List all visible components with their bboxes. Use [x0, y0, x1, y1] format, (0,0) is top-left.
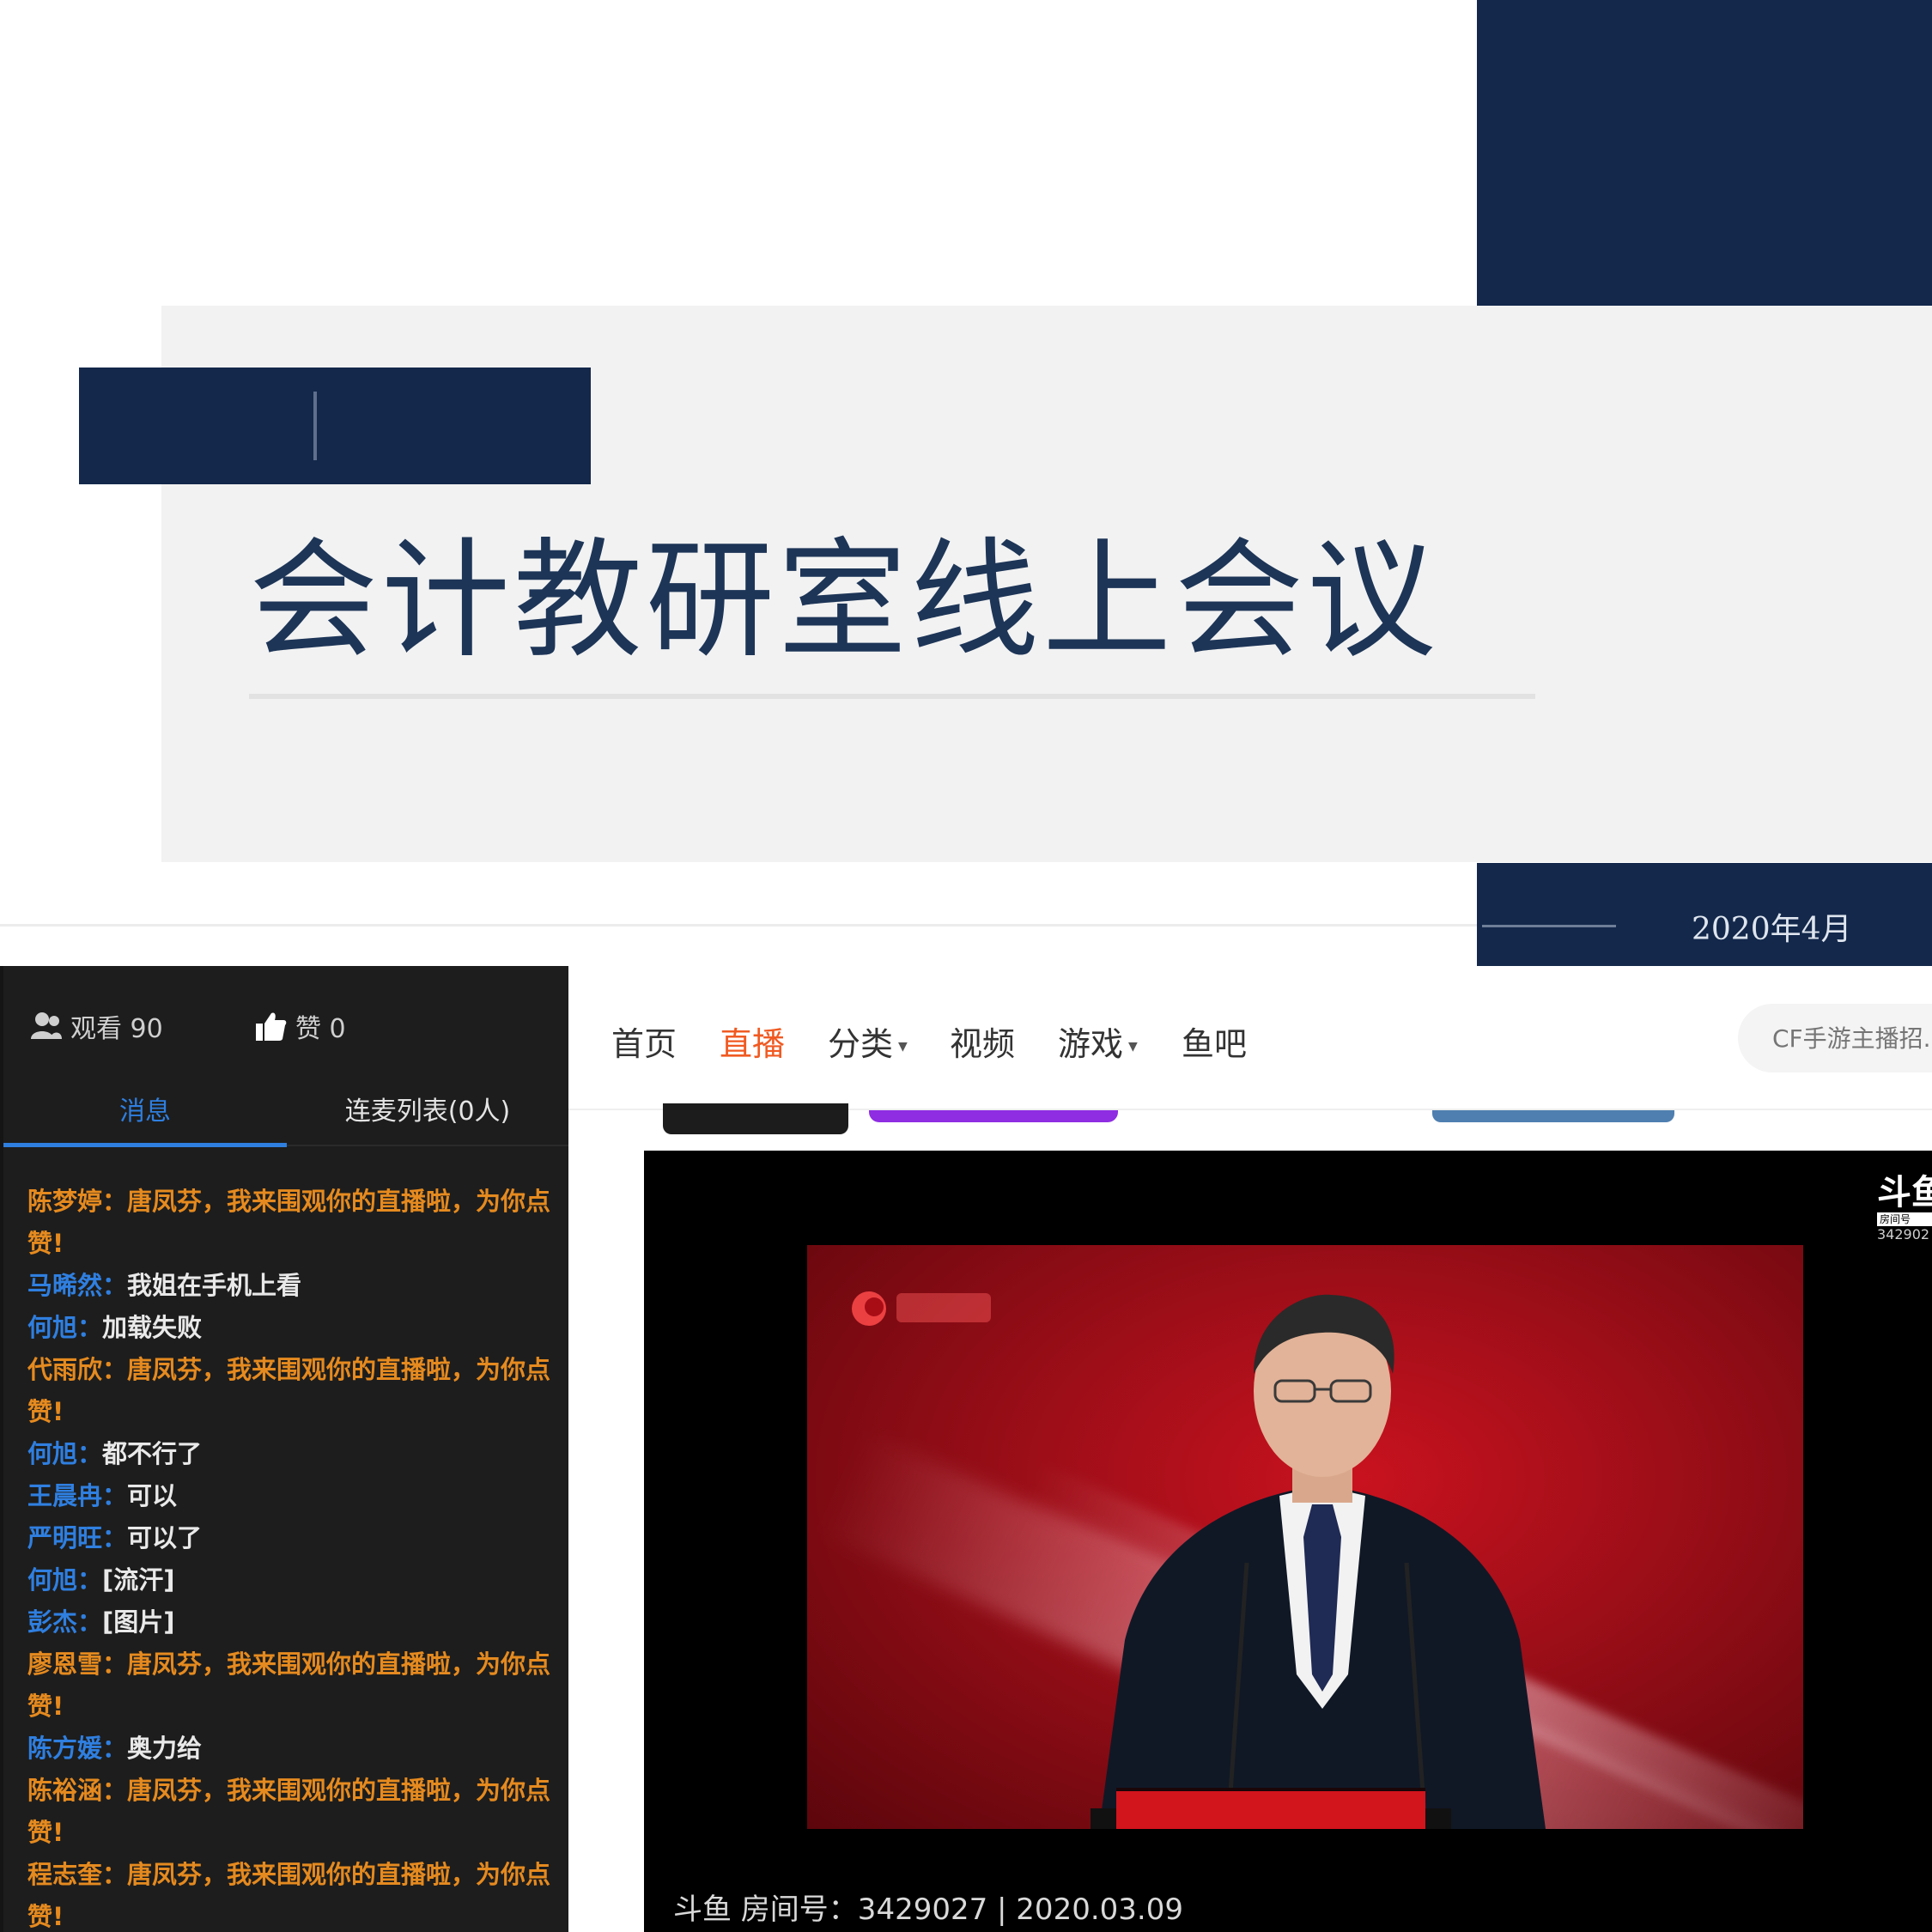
chat-tabs: 消息 连麦列表(0人) — [3, 1086, 568, 1143]
broadcaster-logo-icon — [852, 1291, 991, 1326]
watermark-room-number: 342902 — [1877, 1226, 1930, 1242]
chat-message-author[interactable]: 程志奎： — [27, 1860, 127, 1889]
speaker-figure-icon — [1099, 1294, 1546, 1829]
chat-message-author[interactable]: 何旭： — [27, 1313, 102, 1342]
top-navigation: 首页 直播 分类 ▼ 视频 游戏 ▼ 鱼吧 — [568, 966, 1932, 1108]
chat-message-author[interactable]: 陈裕涵： — [27, 1776, 127, 1805]
chat-message-author[interactable]: 严明旺： — [27, 1523, 127, 1552]
chat-message: 陈方媛：奥力给 — [27, 1728, 551, 1770]
like-count[interactable]: 赞 0 — [254, 1007, 346, 1045]
nav-live[interactable]: 直播 — [720, 1018, 785, 1065]
stream-stats: 观看 90 赞 0 — [29, 1007, 553, 1050]
nav-category-label: 分类 — [828, 1025, 894, 1063]
sub-banner-purple[interactable] — [869, 1110, 1118, 1122]
slide-date-block: 2020年4月 — [1477, 863, 1932, 966]
nav-games[interactable]: 游戏 ▼ — [1058, 1018, 1138, 1065]
watermark-logo: 斗鱼 — [1877, 1173, 1932, 1212]
video-player[interactable]: 斗鱼 房间号 342902 斗鱼 房间号：3429027 | 2020.03.0… — [644, 1151, 1932, 1932]
nav-home-label: 首页 — [611, 1025, 677, 1063]
chat-message-author[interactable]: 陈梦婷： — [27, 1187, 127, 1216]
chat-message-author[interactable]: 彭杰： — [27, 1607, 102, 1637]
chat-message-author[interactable]: 王晨冉： — [27, 1481, 127, 1510]
nav-video[interactable]: 视频 — [950, 1018, 1015, 1065]
active-tab-indicator — [3, 1143, 287, 1147]
chat-message-text: 可以了 — [127, 1523, 203, 1552]
chat-message: 王晨冉：可以 — [27, 1475, 551, 1517]
chat-message: 何旭：都不行了 — [27, 1433, 551, 1475]
slide-tag-divider — [313, 392, 317, 460]
watermark-room-label: 房间号 — [1877, 1212, 1932, 1226]
chat-message-text: 我姐在手机上看 — [127, 1271, 302, 1300]
slide-decor-tag — [79, 368, 591, 484]
sub-banner-blue[interactable] — [1432, 1110, 1674, 1122]
slide-title-underline — [249, 694, 1535, 699]
chat-message: 彭杰：[图片] — [27, 1601, 551, 1643]
nav-home[interactable]: 首页 — [611, 1018, 677, 1065]
tab-mic-link-list[interactable]: 连麦列表(0人) — [287, 1086, 568, 1143]
search-box[interactable] — [1738, 1004, 1932, 1072]
player-room-caption: 斗鱼 房间号：3429027 | 2020.03.09 — [673, 1893, 1183, 1927]
chat-message-list: 陈梦婷：唐凤芬，我来围观你的直播啦，为你点赞! 马晞然：我姐在手机上看 何旭：加载失… — [27, 1181, 551, 1932]
viewers-icon — [31, 1012, 62, 1039]
tab-baseline — [287, 1145, 568, 1146]
player-watermark: 斗鱼 房间号 342902 — [1877, 1175, 1932, 1243]
search-input[interactable] — [1738, 1004, 1932, 1072]
stream-video-frame — [807, 1245, 1803, 1829]
chat-message: 何旭：[流汗] — [27, 1559, 551, 1601]
live-chat-panel: 观看 90 赞 0 消息 连麦列表(0人) 陈梦婷：唐凤芬，我来围观你的直播啦，… — [0, 966, 568, 1932]
nav-live-label: 直播 — [720, 1025, 786, 1063]
tab-messages[interactable]: 消息 — [3, 1086, 287, 1143]
slide-date: 2020年4月 — [1692, 912, 1852, 947]
chat-message: 严明旺：可以了 — [27, 1517, 551, 1559]
sub-banner-dark[interactable] — [663, 1103, 848, 1134]
chat-message: 马晞然：我姐在手机上看 — [27, 1265, 551, 1307]
thumbs-up-icon — [256, 1012, 287, 1041]
chat-message: 陈梦婷：唐凤芬，我来围观你的直播啦，为你点赞! — [27, 1181, 551, 1265]
podium — [1116, 1788, 1425, 1829]
chevron-down-icon: ▼ — [1128, 1039, 1138, 1054]
chat-message: 陈裕涵：唐凤芬，我来围观你的直播啦，为你点赞! — [27, 1770, 551, 1854]
nav-video-label: 视频 — [950, 1025, 1016, 1063]
chat-message-author[interactable]: 廖恩雪： — [27, 1649, 127, 1679]
nav-fish-bar-label: 鱼吧 — [1182, 1025, 1248, 1063]
chat-message-author[interactable]: 马晞然： — [27, 1271, 127, 1300]
like-count-label: 赞 0 — [295, 1014, 346, 1044]
chat-message: 程志奎：唐凤芬，我来围观你的直播啦，为你点赞! — [27, 1854, 551, 1932]
nav-category[interactable]: 分类 ▼ — [828, 1018, 908, 1065]
chat-message-text: 奥力给 — [127, 1734, 203, 1763]
chat-message: 何旭：加载失败 — [27, 1307, 551, 1349]
chat-message-text: [流汗] — [102, 1565, 175, 1595]
chevron-down-icon: ▼ — [898, 1039, 908, 1054]
slide-decor-top-right — [1477, 0, 1932, 306]
viewer-count-label: 观看 90 — [70, 1014, 163, 1044]
presentation-slide: 会计教研室线上会议 2020年4月 — [0, 0, 1932, 966]
chat-message-author[interactable]: 何旭： — [27, 1439, 102, 1468]
chat-message-text: 都不行了 — [102, 1439, 203, 1468]
nav-games-label: 游戏 — [1058, 1025, 1124, 1063]
chat-message: 廖恩雪：唐凤芬，我来围观你的直播啦，为你点赞! — [27, 1643, 551, 1728]
chat-message: 代雨欣：唐凤芬，我来围观你的直播啦，为你点赞! — [27, 1349, 551, 1433]
chat-message-text: 可以 — [127, 1481, 178, 1510]
chat-message-author[interactable]: 何旭： — [27, 1565, 102, 1595]
viewer-count: 观看 90 — [29, 1007, 163, 1045]
chat-message-author[interactable]: 陈方媛： — [27, 1734, 127, 1763]
slide-title: 会计教研室线上会议 — [249, 526, 1440, 676]
chat-message-text: [图片] — [102, 1607, 175, 1637]
chat-message-text: 加载失败 — [102, 1313, 203, 1342]
chat-message-author[interactable]: 代雨欣： — [27, 1355, 127, 1384]
streaming-site: 首页 直播 分类 ▼ 视频 游戏 ▼ 鱼吧 斗鱼 房间号 342902 — [568, 966, 1932, 1932]
slide-date-line — [1482, 925, 1616, 927]
nav-fish-bar[interactable]: 鱼吧 — [1182, 1018, 1247, 1065]
